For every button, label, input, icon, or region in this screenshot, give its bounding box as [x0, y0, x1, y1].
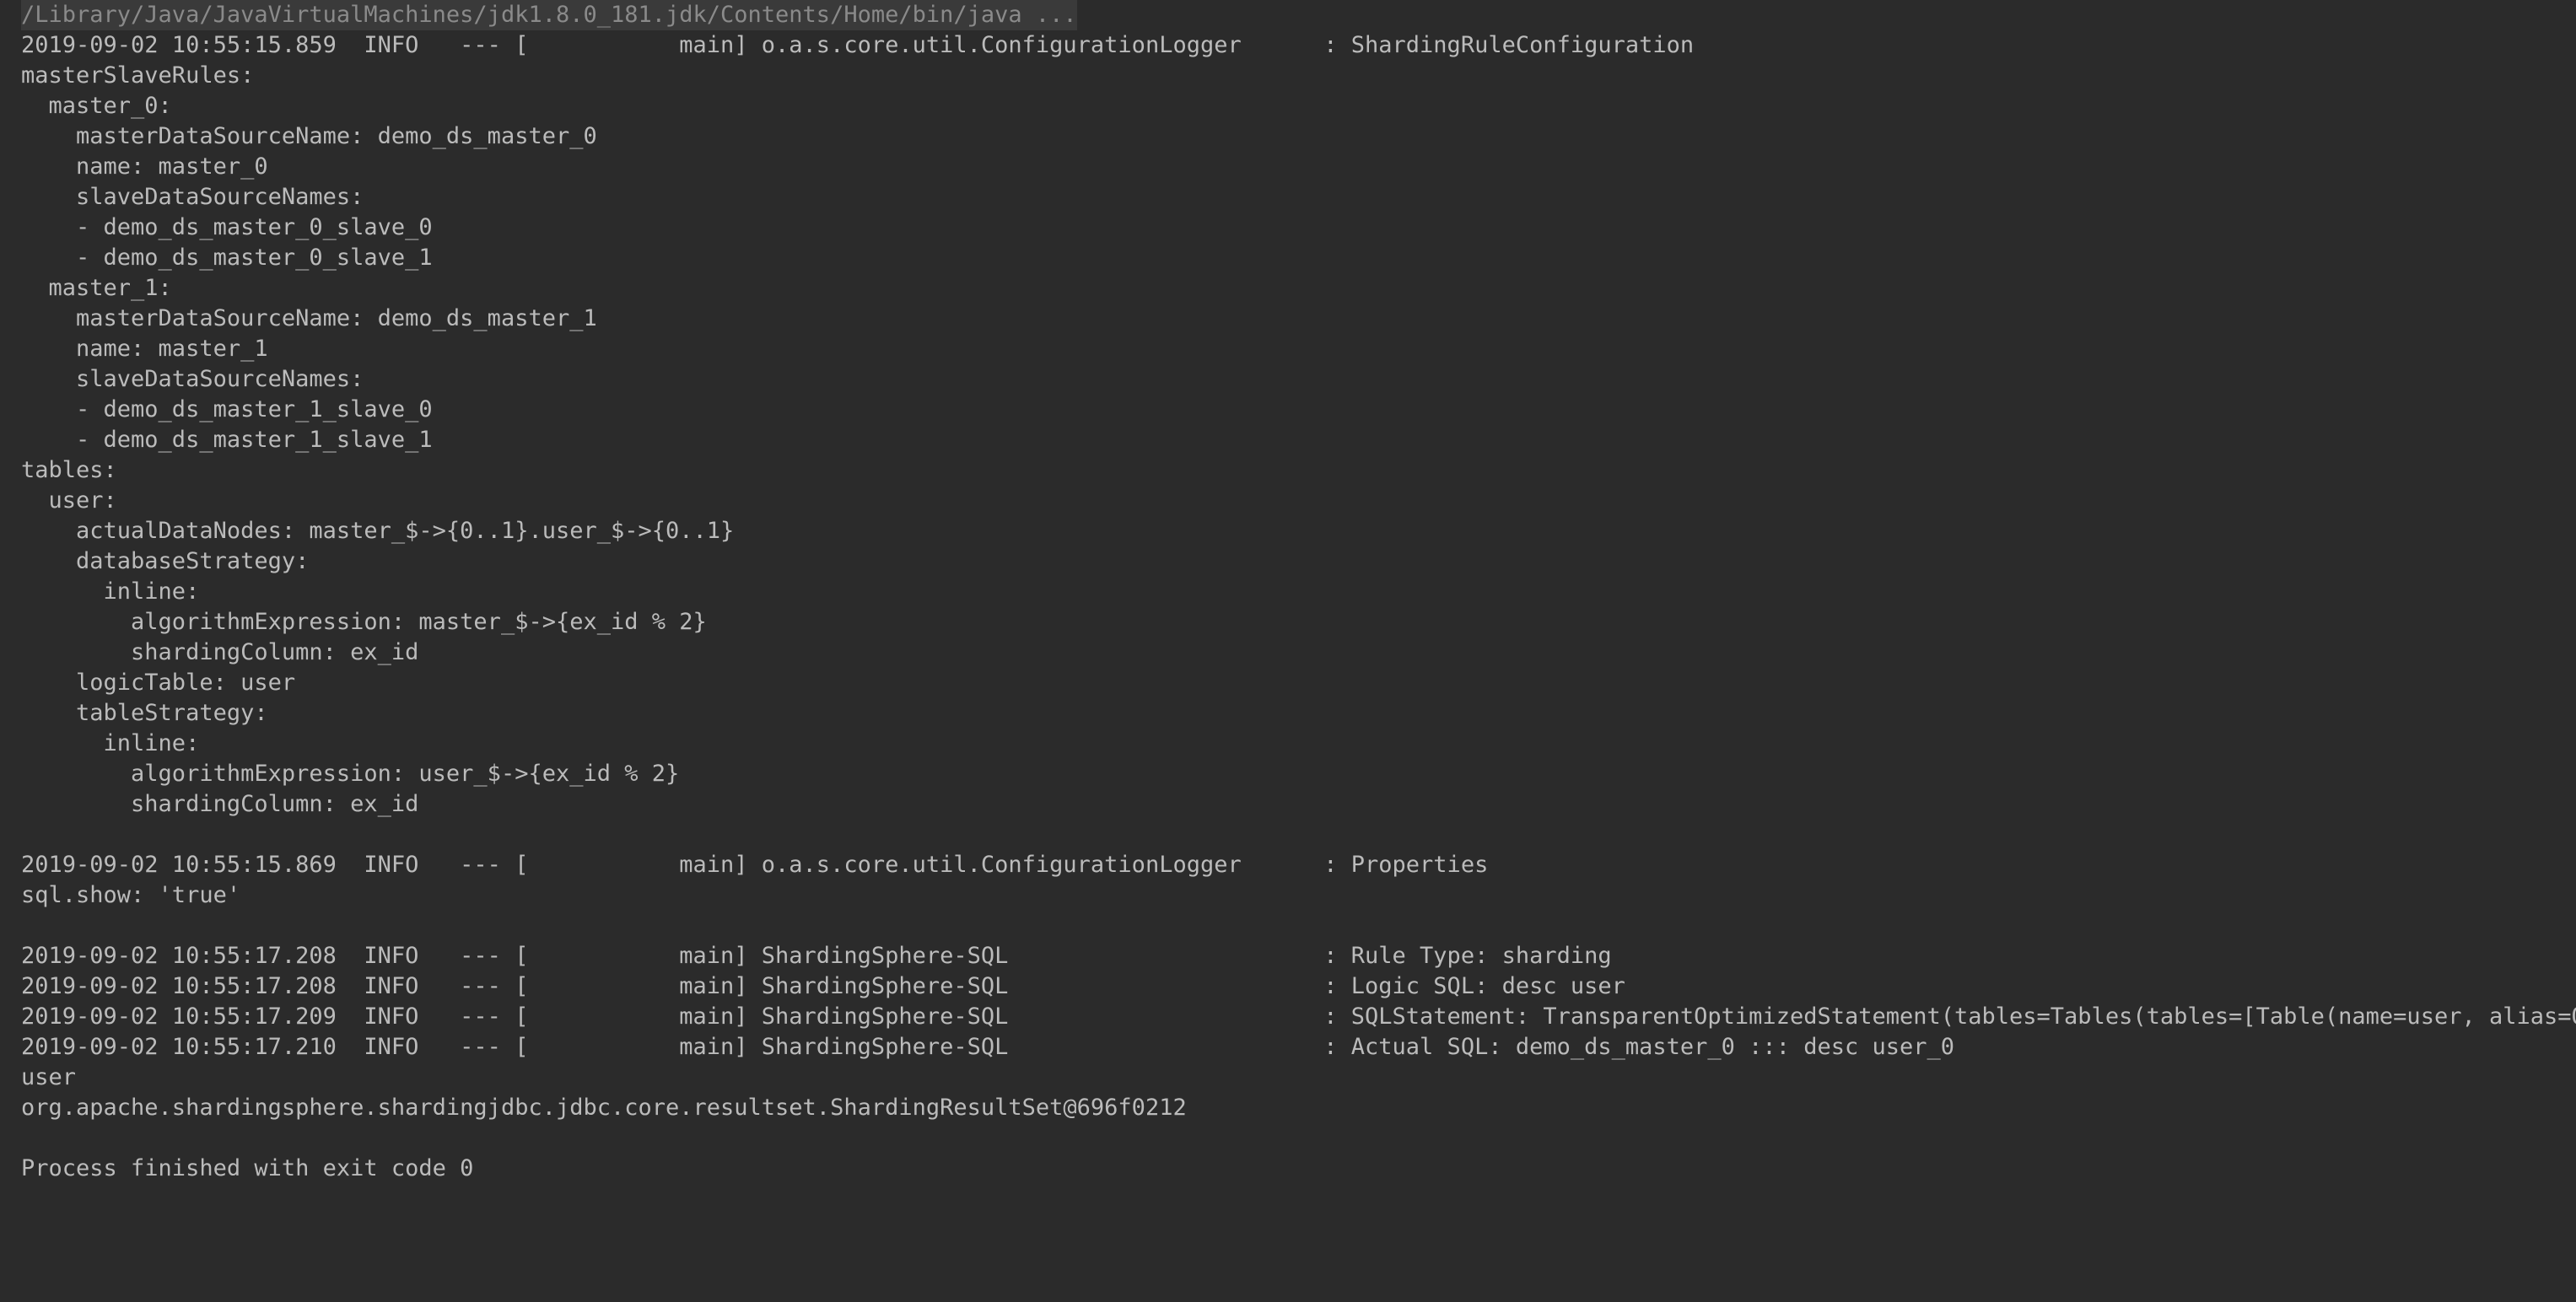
- console-lines: /Library/Java/JavaVirtualMachines/jdk1.8…: [21, 0, 2576, 1184]
- log-line: org.apache.shardingsphere.shardingjdbc.j…: [21, 1095, 1187, 1121]
- log-line: algorithmExpression: master_$->{ex_id % …: [21, 609, 707, 635]
- log-line: name: master_1: [21, 336, 268, 362]
- log-line: shardingColumn: ex_id: [21, 791, 419, 817]
- log-line: actualDataNodes: master_$->{0..1}.user_$…: [21, 518, 735, 544]
- log-line: user:: [21, 487, 117, 514]
- log-line: databaseStrategy:: [21, 548, 310, 574]
- log-line: 2019-09-02 10:55:17.208 INFO --- [ main]…: [21, 943, 1612, 969]
- run-command-line: /Library/Java/JavaVirtualMachines/jdk1.8…: [21, 0, 2576, 30]
- log-line: master_0:: [21, 93, 172, 119]
- log-line: masterSlaveRules:: [21, 62, 255, 89]
- log-line: - demo_ds_master_0_slave_0: [21, 214, 433, 240]
- log-line: logicTable: user: [21, 670, 296, 696]
- console-output[interactable]: /Library/Java/JavaVirtualMachines/jdk1.8…: [0, 0, 2576, 1302]
- log-line: tableStrategy:: [21, 700, 268, 726]
- log-line: sql.show: 'true': [21, 882, 241, 908]
- log-line: 2019-09-02 10:55:17.208 INFO --- [ main]…: [21, 973, 1625, 999]
- exit-status-line: Process finished with exit code 0: [21, 1155, 474, 1181]
- log-line: shardingColumn: ex_id: [21, 639, 419, 665]
- log-line: 2019-09-02 10:55:15.859 INFO --- [ main]…: [21, 32, 1695, 58]
- log-line: slaveDataSourceNames:: [21, 366, 364, 392]
- log-line: - demo_ds_master_1_slave_1: [21, 427, 433, 453]
- log-line: - demo_ds_master_0_slave_1: [21, 245, 433, 271]
- log-line: name: master_0: [21, 153, 268, 180]
- log-line: algorithmExpression: user_$->{ex_id % 2}: [21, 761, 680, 787]
- log-line: 2019-09-02 10:55:15.869 INFO --- [ main]…: [21, 852, 1489, 878]
- log-line: masterDataSourceName: demo_ds_master_1: [21, 305, 597, 331]
- log-line: user: [21, 1064, 77, 1090]
- log-line: inline:: [21, 578, 200, 605]
- log-line: 2019-09-02 10:55:17.210 INFO --- [ main]…: [21, 1034, 1955, 1060]
- log-line: tables:: [21, 457, 117, 483]
- log-line: inline:: [21, 730, 200, 756]
- run-command: /Library/Java/JavaVirtualMachines/jdk1.8…: [21, 0, 1077, 30]
- log-line: - demo_ds_master_1_slave_0: [21, 396, 433, 422]
- log-line: masterDataSourceName: demo_ds_master_0: [21, 123, 597, 149]
- log-line: 2019-09-02 10:55:17.209 INFO --- [ main]…: [21, 1003, 2576, 1030]
- log-line: slaveDataSourceNames:: [21, 184, 364, 210]
- log-line: master_1:: [21, 275, 172, 301]
